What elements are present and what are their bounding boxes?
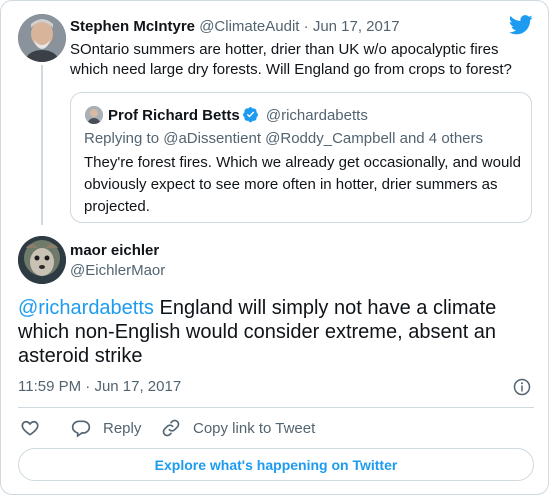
reply-button[interactable]: Reply [71,417,141,439]
thread-connector-line [41,65,43,225]
divider [18,407,534,408]
reply-icon [71,420,91,438]
parent-tweet-text: SOntario summers are hotter, drier than … [70,41,512,78]
author-name[interactable]: Stephen McIntyre [70,18,195,35]
verified-icon [242,107,258,123]
tweet-actions: Reply Copy link to Tweet [18,417,534,439]
author-handle[interactable]: @EichlerMaor [70,262,165,280]
avatar[interactable] [85,106,103,124]
twitter-bird-icon[interactable] [509,15,533,35]
quoted-tweet-header: Prof Richard Betts @richardabetts [108,106,368,125]
author-name[interactable]: maor eichler [70,242,159,260]
explore-twitter-button[interactable]: Explore what's happening on Twitter [18,448,534,481]
avatar[interactable] [18,236,66,284]
parent-tweet-header: Stephen McIntyre @ClimateAudit · Jun 17,… [70,18,400,36]
mention-link[interactable]: @richardabetts [18,297,154,319]
like-button[interactable] [20,417,52,439]
tweet-timestamp[interactable]: 11:59 PM · Jun 17, 2017 [18,378,181,396]
quoted-tweet-text: They're forest fires. Which we already g… [84,154,521,215]
tweet-text: @richardabetts England will simply not h… [18,296,534,368]
heart-icon [21,420,39,436]
tweet-date: Jun 17, 2017 [94,378,182,395]
tweet-time: 11:59 PM [18,378,82,395]
copy-link-button[interactable]: Copy link to Tweet [161,417,315,439]
author-handle[interactable]: @ClimateAudit [199,18,299,35]
separator: · [303,18,309,35]
tweet-date[interactable]: Jun 17, 2017 [313,18,400,35]
copy-link-label: Copy link to Tweet [193,419,316,437]
reply-label: Reply [103,419,142,437]
replying-to-users[interactable]: @aDissentient @Roddy_Campbell and 4 othe… [163,130,483,147]
embedded-tweet-card: Stephen McIntyre @ClimateAudit · Jun 17,… [0,0,549,495]
separator: · [85,378,91,395]
info-icon[interactable] [513,378,531,396]
author-name[interactable]: Prof Richard Betts [108,107,240,124]
quoted-tweet[interactable]: Prof Richard Betts @richardabetts Replyi… [70,92,532,223]
replying-to-line: Replying to @aDissentient @Roddy_Campbel… [84,129,483,149]
author-handle[interactable]: @richardabetts [266,107,368,124]
link-icon [162,419,180,437]
replying-prefix: Replying to [84,130,160,147]
avatar[interactable] [18,14,66,62]
